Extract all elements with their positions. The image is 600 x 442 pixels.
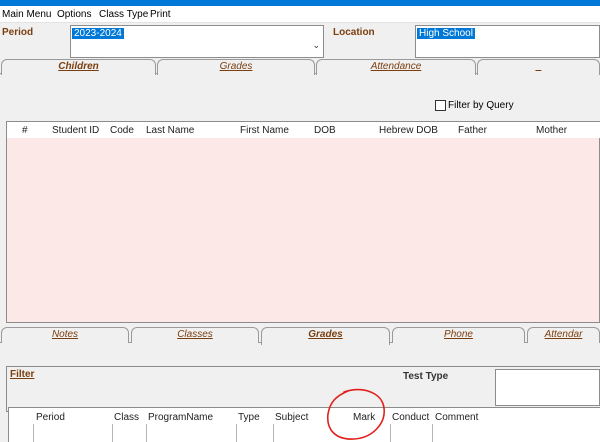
tab-extra[interactable]: _ <box>477 59 600 75</box>
grid-divider <box>273 424 274 442</box>
tab-attendance-bottom[interactable]: Attendar <box>527 327 600 343</box>
menu-class-type[interactable]: Class Type <box>99 9 148 20</box>
children-grid[interactable] <box>6 121 600 323</box>
grid-divider <box>33 424 34 442</box>
period-label: Period <box>2 27 34 38</box>
tab-attendance[interactable]: Attendance <box>316 59 476 75</box>
grid-divider <box>432 424 433 442</box>
col-number[interactable]: # <box>22 125 28 136</box>
menu-bar: Main Menu Options Class Type Print <box>0 6 600 23</box>
filter-by-query-label: Filter by Query <box>448 100 514 111</box>
tab-classes[interactable]: Classes <box>131 327 259 343</box>
col-subject[interactable]: Subject <box>275 412 308 423</box>
location-label: Location <box>333 27 375 38</box>
grid-divider <box>112 424 113 442</box>
menu-print[interactable]: Print <box>150 9 171 20</box>
filter-by-query-checkbox[interactable] <box>435 100 446 111</box>
col-code[interactable]: Code <box>110 125 134 136</box>
col-conduct[interactable]: Conduct <box>392 412 429 423</box>
grid-divider <box>390 424 391 442</box>
col-comment[interactable]: Comment <box>435 412 478 423</box>
col-type[interactable]: Type <box>238 412 260 423</box>
location-value: High School <box>417 28 475 39</box>
grid-divider <box>146 424 147 442</box>
col-mother[interactable]: Mother <box>536 125 567 136</box>
tab-notes[interactable]: Notes <box>1 327 129 343</box>
tab-grades-active[interactable]: Grades <box>261 327 390 345</box>
period-select[interactable]: 2023-2024 ⌄ <box>70 25 324 58</box>
test-type-label: Test Type <box>403 371 449 382</box>
col-program-name[interactable]: ProgramName <box>148 412 213 423</box>
tab-grades[interactable]: Grades <box>157 59 315 75</box>
col-father[interactable]: Father <box>458 125 487 136</box>
col-last-name[interactable]: Last Name <box>146 125 194 136</box>
period-value: 2023-2024 <box>72 28 124 39</box>
col-dob[interactable]: DOB <box>314 125 336 136</box>
tab-phone[interactable]: Phone <box>392 327 525 343</box>
filter-label[interactable]: Filter <box>10 369 34 380</box>
col-class[interactable]: Class <box>114 412 139 423</box>
menu-options[interactable]: Options <box>57 9 91 20</box>
col-period[interactable]: Period <box>36 412 65 423</box>
menu-main-menu[interactable]: Main Menu <box>2 9 51 20</box>
chevron-down-icon[interactable]: ⌄ <box>312 40 320 51</box>
test-type-input[interactable] <box>495 369 600 406</box>
col-first-name[interactable]: First Name <box>240 125 289 136</box>
tab-children[interactable]: Children <box>1 59 156 75</box>
location-select[interactable]: High School <box>415 25 600 58</box>
col-hebrew-dob[interactable]: Hebrew DOB <box>379 125 438 136</box>
grid-divider <box>236 424 237 442</box>
col-student-id[interactable]: Student ID <box>52 125 99 136</box>
annotation-circle <box>327 388 385 440</box>
